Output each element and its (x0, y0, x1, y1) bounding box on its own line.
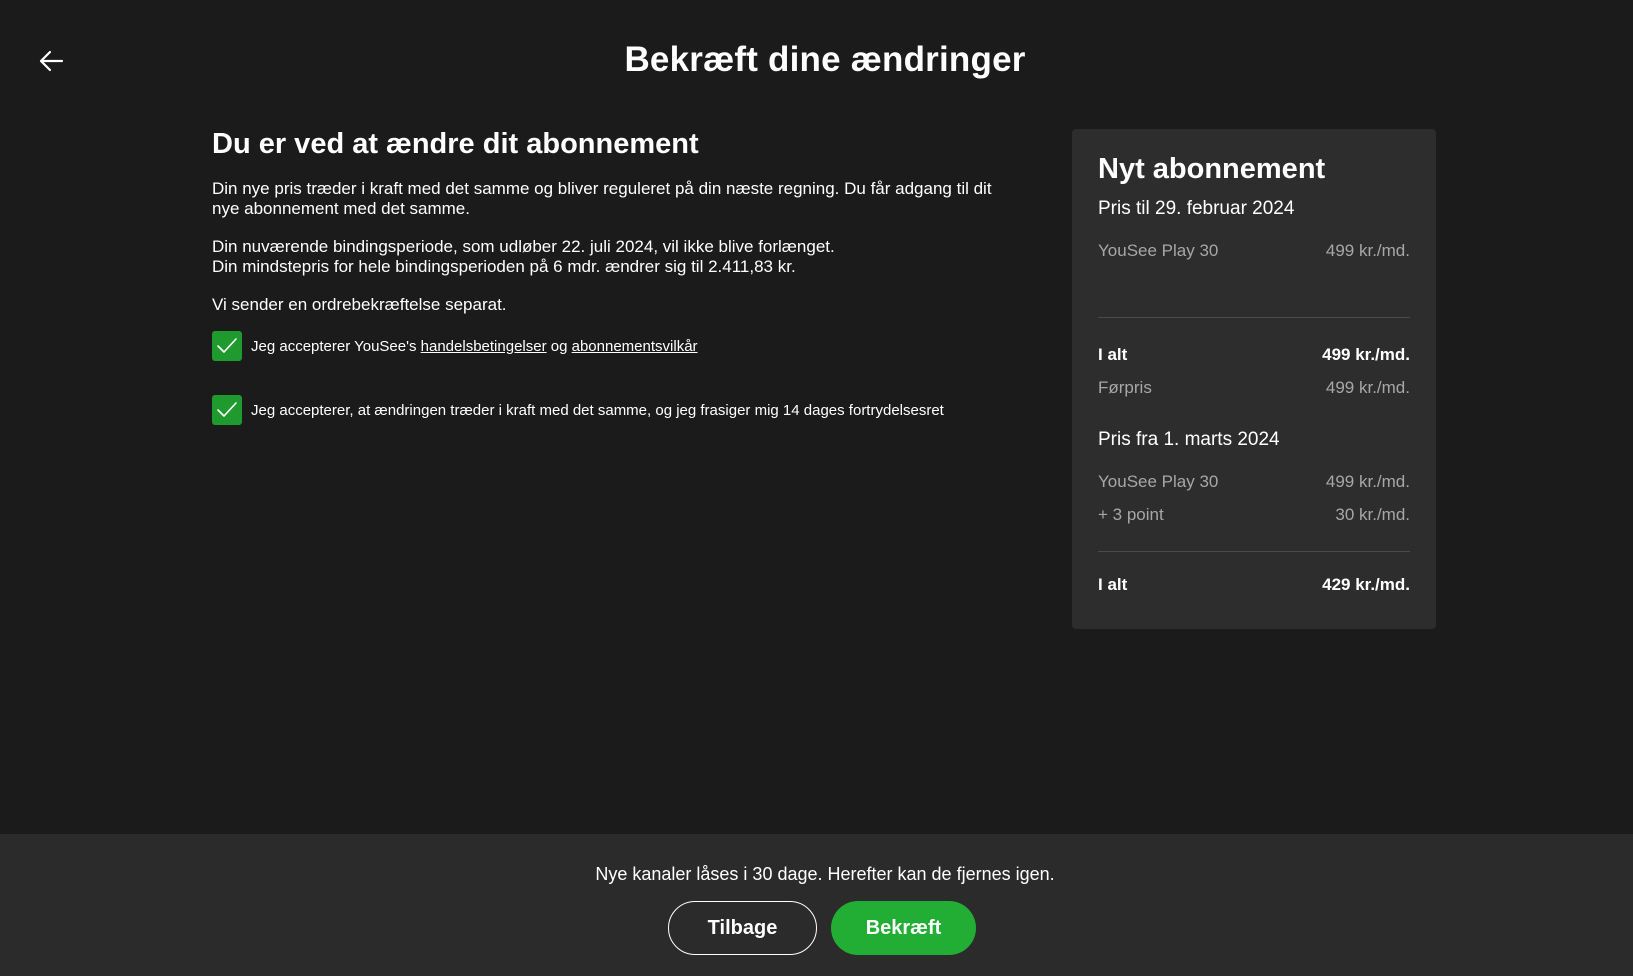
period2-item-row: YouSee Play 30 499 kr./md. (1098, 465, 1410, 498)
info-paragraph-price: Din nye pris træder i kraft med det samm… (212, 179, 992, 218)
previous-price-row: Førpris 499 kr./md. (1098, 371, 1410, 404)
period2-total-row: I alt 429 kr./md. (1098, 568, 1410, 601)
page-title: Bekræft dine ændringer (624, 40, 1026, 79)
summary-title: Nyt abonnement (1098, 153, 1326, 185)
footer-bar: Nye kanaler låses i 30 dage. Herefter ka… (0, 834, 1633, 976)
period2-points-row: + 3 point 30 kr./md. (1098, 498, 1410, 531)
link-abonnementsvilkaar[interactable]: abonnementsvilkår (572, 338, 698, 355)
info-paragraph-confirmation: Vi sender en ordrebekræftelse separat. (212, 295, 507, 314)
terms-checkbox[interactable] (212, 331, 242, 361)
period2-item-name: YouSee Play 30 (1098, 471, 1219, 491)
period2-total-value: 429 kr./md. (1322, 574, 1410, 594)
back-footer-button[interactable]: Tilbage (668, 901, 817, 955)
summary-card: Nyt abonnement Pris til 29. februar 2024… (1072, 129, 1436, 629)
previous-price-label: Førpris (1098, 377, 1152, 397)
change-info: Du er ved at ændre dit abonnement Din ny… (212, 128, 1012, 425)
terms-prefix: Jeg accepterer YouSee's (251, 337, 417, 355)
period2-item-price: 499 kr./md. (1325, 471, 1410, 491)
period1-item-row: YouSee Play 30 499 kr./md. (1098, 234, 1410, 267)
checkmark-icon (217, 402, 237, 417)
footer-note: Nye kanaler låses i 30 dage. Herefter ka… (595, 864, 1055, 884)
withdrawal-checkbox[interactable] (212, 395, 242, 425)
period2-points-price: 30 kr./md. (1335, 504, 1410, 524)
terms-checkbox-row: Jeg accepterer YouSee's handelsbetingels… (212, 331, 1012, 361)
period2-total-label: I alt (1098, 574, 1128, 594)
period1-item-price: 499 kr./md. (1325, 240, 1410, 260)
withdrawal-label: Jeg accepterer, at ændringen træder i kr… (251, 401, 944, 419)
link-handelsbetingelser[interactable]: handelsbetingelser (421, 338, 547, 355)
period1-total-value: 499 kr./md. (1322, 344, 1410, 364)
info-heading: Du er ved at ændre dit abonnement (212, 128, 699, 160)
period1-total-label: I alt (1098, 344, 1128, 364)
period1-title: Pris til 29. februar 2024 (1098, 198, 1295, 219)
checkmark-icon (217, 338, 237, 353)
period1-total-row: I alt 499 kr./md. (1098, 338, 1410, 371)
withdrawal-checkbox-row: Jeg accepterer, at ændringen træder i kr… (212, 395, 1012, 425)
minimum-price-text: Din mindstepris for hele bindingsperiode… (212, 257, 796, 276)
info-paragraph-binding: Din nuværende bindingsperiode, som udløb… (212, 237, 1012, 277)
terms-middle: og (550, 337, 568, 355)
terms-label: Jeg accepterer YouSee's handelsbetingels… (251, 338, 698, 355)
page: Bekræft dine ændringer Du er ved at ændr… (0, 0, 1633, 976)
previous-price-value: 499 kr./md. (1325, 377, 1410, 397)
period2-points-name: + 3 point (1098, 504, 1164, 524)
confirm-button[interactable]: Bekræft (831, 901, 976, 955)
period1-item-name: YouSee Play 30 (1098, 240, 1219, 260)
binding-period-text: Din nuværende bindingsperiode, som udløb… (212, 237, 835, 256)
period2-title: Pris fra 1. marts 2024 (1098, 429, 1280, 450)
